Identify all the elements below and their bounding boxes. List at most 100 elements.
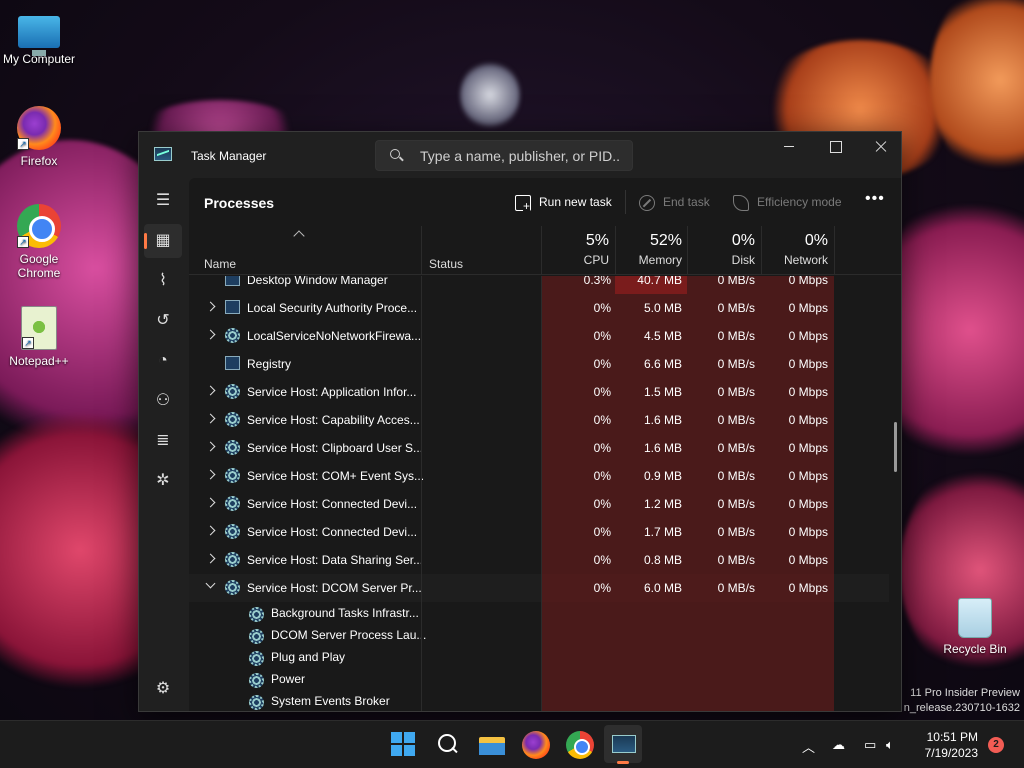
service-name: DCOM Server Process Lau... [271,628,427,642]
process-row[interactable]: Local Security Authority Proce... 0% 5.0 M… [189,294,889,322]
clock-time: 10:51 PM [926,730,978,744]
process-name: Service Host: Connected Devi... [247,497,418,511]
process-row[interactable]: Service Host: DCOM Server Pr... 0% 6.0 MB 0… [189,574,889,602]
process-disk: 0 MB/s [717,581,755,595]
chevron-up-icon[interactable]: ︿ [802,737,815,756]
onedrive-icon[interactable]: ☁ [832,737,845,753]
chevron-right-icon[interactable] [205,441,216,452]
desktop-icon-notepadpp[interactable]: ↗ Notepad++ [0,306,78,368]
desktop-icon-chrome[interactable]: ↗ Google Chrome [0,204,78,280]
chevron-right-icon[interactable] [205,329,216,340]
users-icon[interactable]: ⚇ [144,384,182,418]
chevron-right-icon[interactable] [205,497,216,508]
chevron-right-icon[interactable] [205,413,216,424]
process-cpu: 0% [593,441,611,455]
task-manager-icon[interactable] [604,725,642,764]
desktop-icon-firefox[interactable]: ↗ Firefox [0,106,78,168]
service-row[interactable]: DCOM Server Process Lau... [189,624,889,646]
search-icon[interactable] [434,731,462,759]
column-header-status[interactable]: Status [429,257,463,271]
minimize-button[interactable] [766,132,812,162]
details-icon[interactable]: ≣ [144,424,182,458]
firefox-icon[interactable] [522,731,550,759]
efficiency-mode-button[interactable]: Efficiency mode [733,192,842,212]
desktop-icon-label: Notepad++ [9,354,69,368]
process-row[interactable]: Registry 0% 6.6 MB 0 MB/s 0 Mbps [189,350,889,378]
desktop-icon-my-computer[interactable]: My Computer [0,10,78,66]
process-row[interactable]: LocalServiceNoNetworkFirewa... 0% 4.5 MB 0 … [189,322,889,350]
process-row[interactable]: Service Host: Clipboard User S... 0% 1.6 M… [189,434,889,462]
gear-icon [249,629,264,644]
chrome-icon[interactable] [566,731,594,759]
app-history-icon[interactable]: ↺ [144,304,182,338]
service-name: System Events Broker [271,694,390,708]
volume-icon[interactable]: 🔈︎ [886,737,894,753]
service-row[interactable]: Power [189,668,889,690]
processes-icon[interactable]: ▦ [144,224,182,258]
hamburger-menu-icon[interactable]: ☰ [144,184,182,218]
desktop-icon-recycle-bin[interactable]: Recycle Bin [936,598,1014,656]
process-row[interactable]: Service Host: COM+ Event Sys... 0% 0.9 MB 0… [189,462,889,490]
process-row[interactable]: Service Host: Application Infor... 0% 1.5 … [189,378,889,406]
column-header-network[interactable]: 0% Network [761,232,828,267]
search-box[interactable] [375,140,633,171]
process-row[interactable]: Service Host: Connected Devi... 0% 1.7 MB 0… [189,518,889,546]
chevron-right-icon[interactable] [205,469,216,480]
close-button[interactable] [858,132,901,162]
startup-apps-icon[interactable]: ◔ [144,344,182,378]
column-divider [421,276,422,711]
task-manager-window: Task Manager ☰ ▦ ⌇ ↺ ◔ ⚇ ≣ ✲ ⚙ Processes… [138,131,902,712]
process-name: Service Host: Clipboard User S... [247,441,424,455]
process-name: Service Host: Connected Devi... [247,525,418,539]
chevron-right-icon[interactable] [205,525,216,536]
maximize-button[interactable] [812,132,858,162]
watermark-line: n_release.230710-1632 [903,702,1020,714]
process-network: 0 Mbps [788,385,828,399]
process-disk: 0 MB/s [717,441,755,455]
settings-icon[interactable]: ⚙ [144,672,182,706]
sort-up-icon[interactable] [293,230,305,242]
process-row[interactable]: Service Host: Connected Devi... 0% 1.2 MB 0… [189,490,889,518]
process-memory: 1.2 MB [643,497,682,511]
performance-icon[interactable]: ⌇ [144,264,182,298]
process-name: Service Host: Capability Acces... [247,413,420,427]
column-header-cpu[interactable]: 5% CPU [541,232,609,267]
run-new-task-button[interactable]: Run new task [515,192,612,212]
end-task-button[interactable]: End task [639,192,710,212]
service-row[interactable]: Background Tasks Infrastr... [189,602,889,624]
column-header-name[interactable]: Name [204,257,236,271]
process-network: 0 Mbps [788,581,828,595]
start-icon[interactable] [390,731,418,759]
process-cpu: 0% [593,469,611,483]
service-row[interactable]: System Events Broker [189,690,889,711]
column-header-memory[interactable]: 52% Memory [615,232,682,267]
scrollbar-thumb[interactable] [894,422,897,472]
file-explorer-icon[interactable] [478,731,506,759]
network-icon[interactable]: ▭ [864,737,876,753]
disk-label: Disk [731,253,755,267]
process-name: Service Host: COM+ Event Sys... [247,469,425,483]
process-row[interactable]: Desktop Window Manager 0.3% 40.7 MB 0 MB/s 0… [189,276,889,294]
column-header-disk[interactable]: 0% Disk [687,232,755,267]
title-bar[interactable]: Task Manager [139,132,901,178]
service-row[interactable]: Plug and Play [189,646,889,668]
search-input[interactable] [420,147,620,165]
network-label: Network [783,253,828,267]
os-watermark: 11 Pro Insider Preview n_release.230710-… [904,686,1020,716]
chevron-right-icon[interactable] [205,385,216,396]
chevron-right-icon[interactable] [205,301,216,312]
process-cpu: 0% [593,301,611,315]
process-row[interactable]: Service Host: Data Sharing Ser... 0% 0.8 M… [189,546,889,574]
chevron-down-icon[interactable] [205,578,216,589]
process-row[interactable]: Service Host: Capability Acces... 0% 1.6 M… [189,406,889,434]
page-title: Processes [204,195,275,211]
services-icon[interactable]: ✲ [144,464,182,498]
process-memory: 40.7 MB [637,276,682,287]
process-cpu: 0% [593,329,611,343]
more-options-icon[interactable]: ••• [865,190,885,208]
efficiency-mode-label: Efficiency mode [757,195,842,209]
chevron-right-icon[interactable] [205,553,216,564]
system-clock[interactable]: 10:51 PM 7/19/2023 [918,729,978,761]
task-manager-icon [154,147,172,161]
notification-badge[interactable]: 2 [988,737,1004,753]
